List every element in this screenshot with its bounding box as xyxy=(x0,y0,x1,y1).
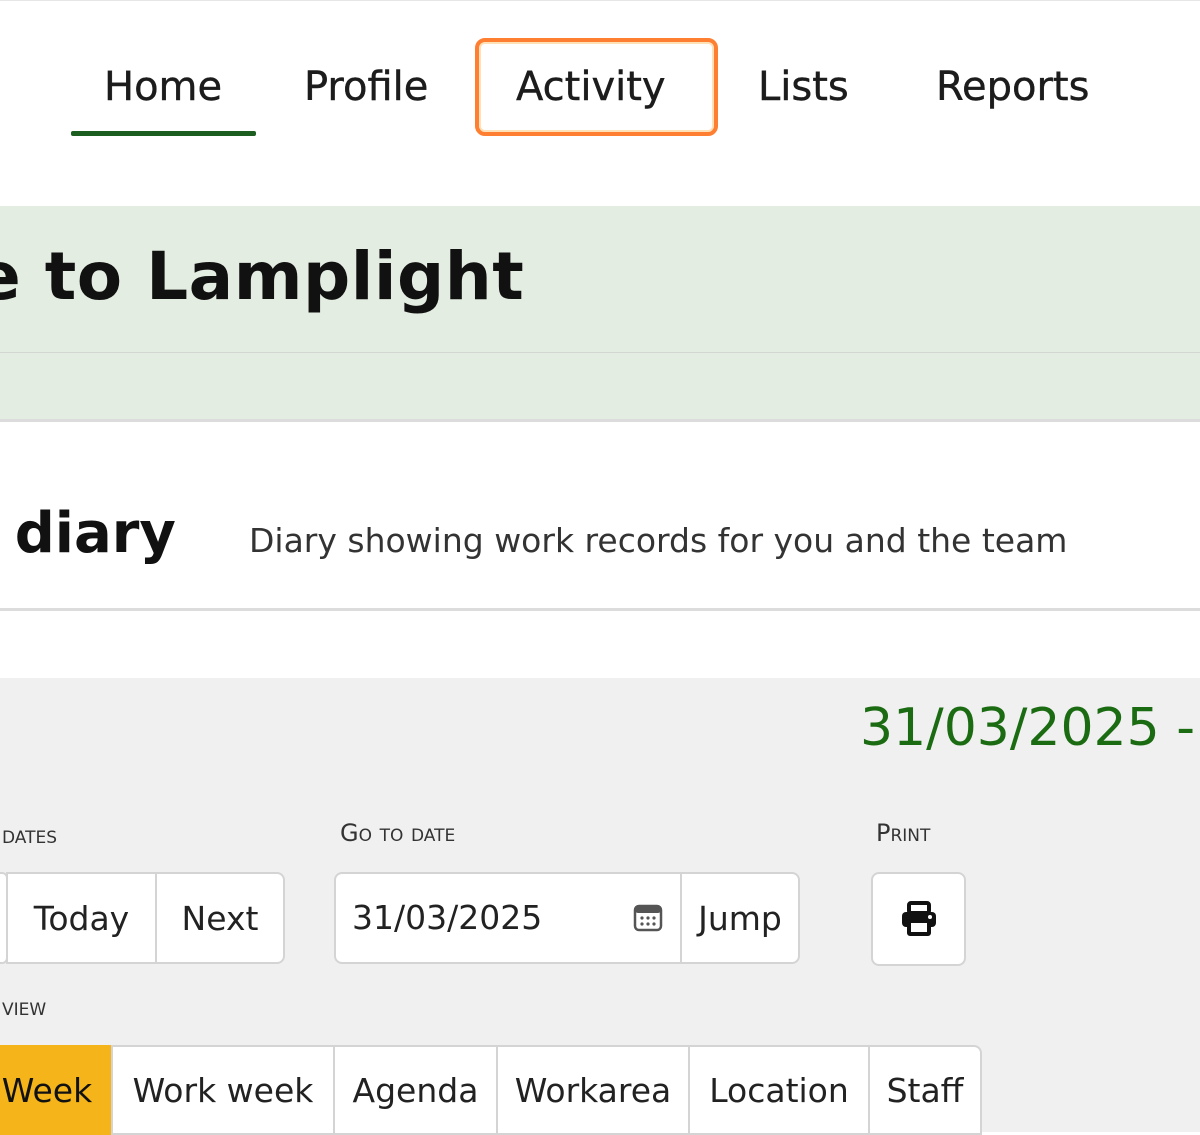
nav-item-home[interactable]: Home xyxy=(104,59,223,115)
go-to-date-input[interactable]: 31/03/2025 xyxy=(334,872,682,964)
nav-item-reports[interactable]: Reports xyxy=(936,59,1090,115)
active-nav-underline xyxy=(71,131,256,136)
next-button[interactable]: Next xyxy=(155,872,285,964)
printer-icon xyxy=(901,901,936,936)
nav-item-activity[interactable]: Activity xyxy=(516,59,666,115)
view-tab-staff[interactable]: Staff xyxy=(868,1045,982,1135)
view-tab-location[interactable]: Location xyxy=(688,1045,870,1135)
view-tab-agenda[interactable]: Agenda xyxy=(333,1045,498,1135)
go-to-date-label: Go to date xyxy=(340,819,456,847)
date-range-heading: 31/03/2025 - xyxy=(860,698,1196,758)
welcome-subbar xyxy=(0,353,1200,422)
nav-item-profile[interactable]: Profile xyxy=(304,59,429,115)
view-tab-work-week[interactable]: Work week xyxy=(111,1045,335,1135)
view-tab-week[interactable]: Week xyxy=(0,1045,112,1135)
print-button[interactable] xyxy=(871,872,966,966)
dates-label: dates xyxy=(2,821,58,849)
nav-item-lists[interactable]: Lists xyxy=(758,59,849,115)
diary-title: i diary xyxy=(0,501,176,566)
diary-header xyxy=(0,422,1200,611)
diary-description: Diary showing work records for you and t… xyxy=(249,521,1068,560)
spacer xyxy=(0,611,1200,678)
view-label: view xyxy=(2,993,47,1021)
jump-button[interactable]: Jump xyxy=(680,872,800,964)
calendar-icon[interactable] xyxy=(632,901,664,933)
print-label: Print xyxy=(876,819,931,847)
view-tab-workarea[interactable]: Workarea xyxy=(496,1045,690,1135)
today-button[interactable]: Today xyxy=(6,872,157,964)
welcome-title: e to Lamplight xyxy=(0,238,525,315)
top-navigation: Home Profile Activity Lists Reports xyxy=(0,0,1200,206)
